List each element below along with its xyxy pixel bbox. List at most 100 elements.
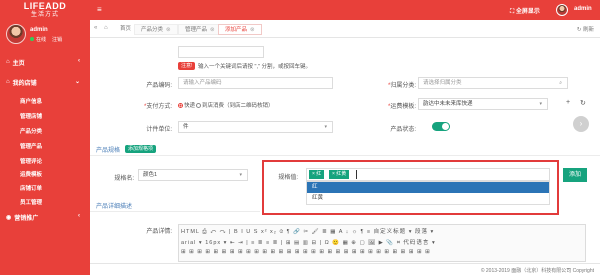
unit-value: 件	[183, 124, 189, 130]
spec-value-tag[interactable]: × 红	[309, 170, 325, 179]
category-select[interactable]: 请选择归属分类 ⌕	[418, 77, 568, 89]
divider	[90, 155, 600, 156]
sidebar-subitem[interactable]: 店铺订单	[20, 184, 42, 192]
topbar-username[interactable]: admin	[574, 6, 592, 12]
divider	[90, 211, 260, 212]
tab-add-product[interactable]: 添加产品 ⊗	[218, 24, 262, 35]
pay-radio-express[interactable]: 快递	[178, 101, 195, 109]
sidebar-item-home[interactable]: ⌂ 主页 ‹	[0, 55, 90, 69]
tab-label: 产品分类	[141, 27, 164, 33]
side-scroll-icon[interactable]: ›	[573, 116, 589, 132]
keywords-warning-badge: 注意!	[178, 62, 196, 70]
chevron-down-icon: ▾	[324, 124, 327, 130]
shipping-label: *运费模板:	[370, 101, 416, 110]
tab-manage-product[interactable]: 管理产品 ⊗	[178, 24, 222, 35]
chevron-left-icon: ‹	[78, 213, 80, 219]
chevron-left-icon: ‹	[78, 58, 80, 64]
spec-section-title: 产品规格	[96, 148, 121, 154]
editor-toolbar-row[interactable]: HTML ⎙ ↶ ↷ | B I U S x² x₂ ⌀ ¶ 🔗 ✂ 🖌 ≣ ▦…	[181, 227, 585, 237]
refresh-label: 刷新	[582, 27, 594, 33]
shop-icon: ⌂	[6, 79, 10, 85]
avatar	[6, 24, 26, 44]
copyright-text: © 2013-2019 面融（北京）科技有限公司 Copyright	[480, 268, 594, 274]
chevron-down-icon: ▾	[239, 172, 242, 178]
spec-name-value: 颜色1	[143, 172, 158, 178]
tab-scroll-left-icon[interactable]: «	[94, 25, 97, 31]
sidebar-item-shop[interactable]: ⌂ 我的店铺 ⌄	[0, 75, 90, 89]
close-icon[interactable]: ⊗	[166, 27, 171, 33]
sidebar-subitem[interactable]: 员工管理	[20, 198, 42, 206]
user-panel: admin 在线 注销	[6, 24, 86, 48]
radio-checked-icon	[178, 103, 183, 109]
radio-label: 到店消费（到店二维码核销）	[202, 103, 274, 109]
search-icon: ⌕	[559, 80, 562, 86]
add-spec-value-button[interactable]: 添加	[563, 168, 587, 182]
tab-label: 添加产品	[225, 27, 248, 33]
sidebar-item-label: 我的店铺	[12, 80, 37, 87]
rich-text-editor[interactable]: HTML ⎙ ↶ ↷ | B I U S x² x₂ ⌀ ¶ 🔗 ✂ 🖌 ≣ ▦…	[178, 224, 586, 262]
online-dot-icon	[30, 37, 34, 41]
shipping-value: 韵达中未未来库快递	[423, 101, 473, 107]
status-toggle[interactable]	[432, 122, 450, 131]
sidebar: LIFEADD 生活方式 admin 在线 注销 ⌂ 主页 ‹ ⌂ 我的店铺 ⌄…	[0, 0, 90, 275]
sidebar-subitem[interactable]: 管理产品	[20, 142, 42, 150]
sidebar-subitem[interactable]: 管理店铺	[20, 112, 42, 120]
chevron-down-icon: ⌄	[74, 79, 80, 85]
shipping-select[interactable]: 韵达中未未来库快递 ▾	[418, 98, 548, 110]
pay-label-text: 支付方式:	[146, 104, 172, 110]
refresh-icon[interactable]: ↻	[580, 99, 586, 107]
spec-name-select[interactable]: 颜色1 ▾	[138, 169, 248, 181]
keywords-hint: 输入一个关键词后请按 "," 分割，或按回车键。	[198, 64, 311, 70]
editor-toolbar-row[interactable]: ⊞ ⊞ ⊞ ⊞ ⊞ ⊞ ⊞ ⊞ ⊞ ⊞ ⊞ ⊞ ⊞ ⊞ ⊞ ⊞ ⊞ ⊞ ⊞ ⊞ …	[181, 249, 585, 259]
status-label: 产品状态:	[390, 127, 416, 133]
brand-logo[interactable]: LIFEADD 生活方式	[0, 0, 90, 20]
sidebar-item-marketing[interactable]: ◉ 营销推广 ‹	[0, 210, 90, 224]
spec-value-label: 规格值:	[278, 175, 298, 181]
footer: © 2013-2019 面融（北京）科技有限公司 Copyright	[90, 263, 600, 275]
unit-select[interactable]: 件 ▾	[178, 121, 333, 133]
menu-toggle-icon[interactable]: ≡	[97, 5, 102, 14]
user-status: 在线 注销	[30, 36, 62, 43]
radio-unchecked-icon	[196, 103, 201, 109]
online-status: 在线	[30, 36, 46, 43]
fullscreen-label: 全屏显示	[515, 9, 540, 15]
sidebar-subitem[interactable]: 产品分类	[20, 127, 42, 135]
dropdown-option[interactable]: 红黄	[307, 193, 549, 204]
add-icon[interactable]: +	[566, 99, 570, 106]
sidebar-item-label: 主页	[12, 60, 25, 67]
editor-toolbar-row[interactable]: arial ▾ 16px ▾ ⇤ ⇥ | ≡ ≣ ≡ ≣ | ⊞ ▤ ▥ ⊟ |…	[181, 238, 585, 248]
unit-label: 计件单位:	[146, 127, 172, 133]
brand-line2: 生活方式	[30, 12, 59, 18]
code-label: 产品编码:	[146, 83, 172, 89]
spec-value-tag[interactable]: × 红黄	[329, 170, 350, 179]
pay-radio-store[interactable]: 到店消费（到店二维码核销）	[196, 101, 274, 109]
category-placeholder: 请选择归属分类	[423, 80, 462, 86]
fullscreen-button[interactable]: ⛶ 全屏显示	[510, 6, 540, 16]
home-tab-icon[interactable]: ⌂	[104, 25, 108, 31]
code-input[interactable]: 请输入产品编码	[178, 77, 333, 89]
topbar-avatar[interactable]	[556, 4, 568, 16]
detail-label: 产品详情:	[146, 229, 172, 235]
keywords-input[interactable]	[178, 46, 264, 58]
sidebar-subitem[interactable]: 运费模板	[20, 170, 42, 178]
close-icon[interactable]: ⊗	[250, 27, 255, 33]
spec-value-dropdown[interactable]: 红 红黄	[306, 181, 550, 205]
brand-line1: LIFEADD	[23, 1, 67, 11]
refresh-button[interactable]: ↻ 刷新	[577, 25, 594, 33]
user-name: admin	[30, 27, 48, 33]
tab-category[interactable]: 产品分类 ⊗	[134, 24, 178, 35]
logout-link[interactable]: 注销	[52, 36, 62, 43]
chevron-down-icon: ▾	[539, 101, 542, 107]
close-icon[interactable]: ⊗	[210, 27, 215, 33]
marketing-icon: ◉	[6, 214, 12, 221]
add-spec-button[interactable]: 添加规格项	[125, 145, 157, 153]
text-cursor	[356, 170, 357, 179]
sidebar-subitem[interactable]: 商户信息	[20, 97, 42, 105]
spec-name-label: 规格名:	[114, 176, 134, 182]
sidebar-subitem[interactable]: 管理评论	[20, 157, 42, 165]
top-navbar: ≡ ⛶ 全屏显示 admin	[90, 0, 600, 20]
category-label: *归属分类:	[370, 80, 416, 89]
sidebar-item-label: 营销推广	[14, 215, 39, 222]
dropdown-option[interactable]: 红	[307, 182, 549, 193]
home-icon: ⌂	[6, 59, 10, 65]
